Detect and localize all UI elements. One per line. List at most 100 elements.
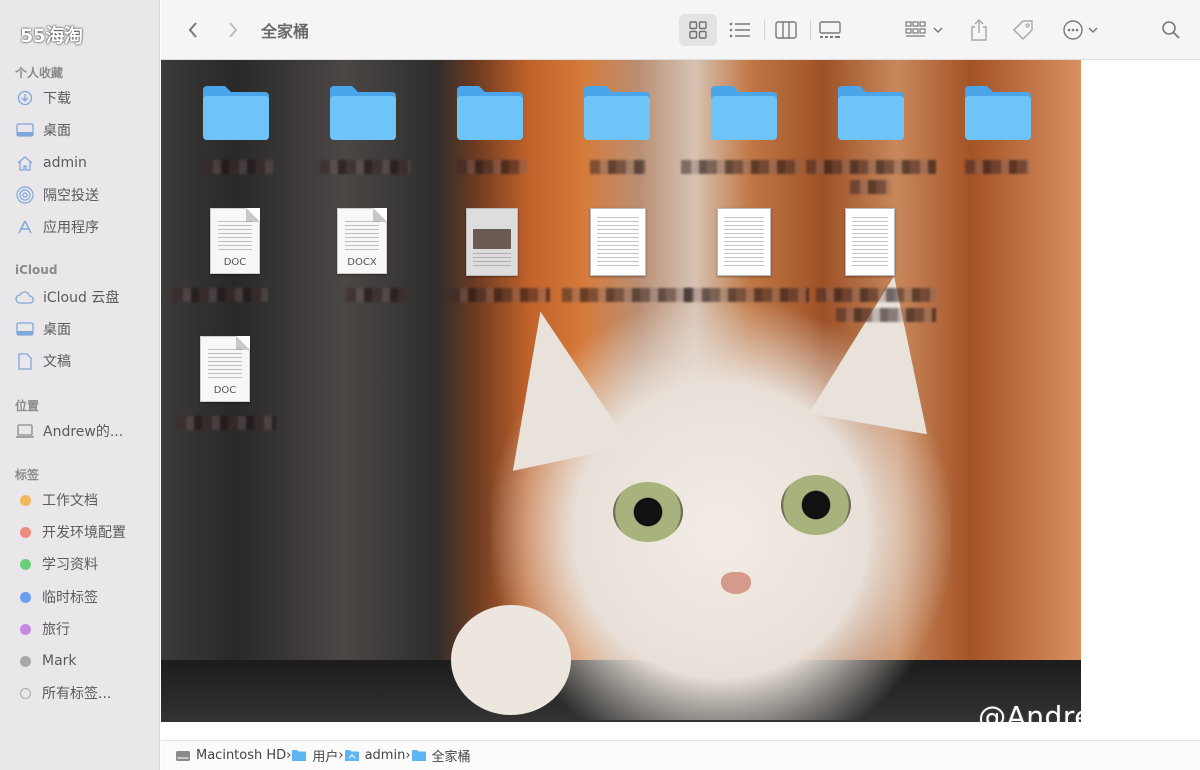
file-extension-label: DOCX — [347, 257, 377, 268]
search-button[interactable] — [1157, 14, 1185, 46]
sidebar-tag-travel[interactable]: 旅行 — [14, 616, 154, 642]
sidebar-item-downloads[interactable]: 下载 — [14, 85, 154, 111]
tag-label: 旅行 — [42, 622, 70, 638]
sidebar-item-airdrop[interactable]: 隔空投送 — [14, 182, 154, 208]
column-view-button[interactable] — [769, 14, 803, 46]
sidebar-tag-temp[interactable]: 临时标签 — [14, 584, 154, 610]
group-icon — [905, 21, 926, 37]
path-crumb-label: admin — [364, 748, 406, 763]
desktop-icon — [14, 320, 36, 338]
airdrop-icon — [14, 186, 36, 204]
toolbar-separator — [764, 20, 765, 40]
path-crumb-label: Macintosh HD — [196, 748, 287, 763]
share-button[interactable] — [967, 14, 991, 46]
path-crumb-label: 用户 — [312, 750, 339, 765]
file-extension-label: DOC — [213, 385, 237, 396]
file-name-redacted — [965, 160, 1030, 174]
file-name-redacted — [346, 288, 406, 302]
file-name-redacted — [562, 288, 692, 302]
more-actions-button[interactable] — [1057, 14, 1103, 46]
forward-button[interactable] — [221, 14, 245, 46]
tag-icon — [1013, 20, 1033, 40]
sidebar-tag-dev-env[interactable]: 开发环境配置 — [14, 519, 154, 545]
search-icon — [1162, 21, 1180, 39]
sidebar-item-label: 应用程序 — [43, 220, 99, 236]
sidebar-item-label: 隔空投送 — [43, 188, 99, 204]
tag-label: 工作文档 — [42, 493, 98, 509]
document-thumbnail — [717, 208, 771, 276]
path-bar: Macintosh HD › 用户 › admin › 全家桶 — [161, 740, 1200, 770]
file-name-redacted — [850, 180, 890, 194]
file-name-redacted — [684, 288, 809, 302]
path-crumb-current-folder[interactable]: 全家桶 — [411, 746, 471, 765]
tag-color-dot — [20, 494, 31, 506]
sidebar-item-label: 下载 — [43, 91, 71, 107]
grid-icon — [689, 21, 707, 39]
toolbar: 全家桶 — [161, 0, 1200, 60]
folder-icon — [457, 86, 523, 140]
section-header-tags: 标签 — [15, 468, 40, 482]
sidebar-item-label: iCloud 云盘 — [43, 290, 120, 306]
sidebar-item-icloud-drive[interactable]: iCloud 云盘 — [14, 284, 154, 310]
desktop-icon — [14, 121, 36, 139]
tag-color-dot — [20, 558, 31, 570]
document-icon — [14, 352, 36, 370]
hard-drive-icon — [176, 750, 190, 761]
sidebar-item-icloud-desktop[interactable]: 桌面 — [14, 316, 154, 342]
laptop-icon — [14, 422, 36, 440]
gallery-icon — [819, 21, 841, 38]
sidebar-item-documents[interactable]: 文稿 — [14, 348, 154, 374]
sidebar-item-desktop[interactable]: 桌面 — [14, 117, 154, 143]
sidebar-item-admin[interactable]: admin — [14, 150, 154, 176]
sidebar-item-label: 桌面 — [43, 322, 71, 338]
file-name-redacted — [203, 160, 273, 174]
sidebar-tag-study[interactable]: 学习资料 — [14, 551, 154, 577]
file-name-redacted — [457, 160, 527, 174]
tag-label: 所有标签... — [42, 686, 112, 702]
section-header-icloud: iCloud — [15, 263, 58, 277]
sidebar-tag-work-docs[interactable]: 工作文档 — [14, 487, 154, 513]
file-name-redacted — [176, 416, 276, 430]
image-document-thumbnail — [466, 208, 518, 276]
folder-icon — [965, 86, 1031, 140]
file-name-redacted — [590, 160, 645, 174]
ellipsis-circle-icon — [1063, 20, 1083, 40]
home-icon — [14, 154, 36, 172]
sidebar-tag-mark[interactable]: Mark — [14, 648, 154, 674]
gallery-view-button[interactable] — [813, 14, 847, 46]
tag-color-dot — [20, 526, 31, 538]
back-button[interactable] — [181, 14, 205, 46]
tag-label: 开发环境配置 — [42, 525, 126, 541]
applications-icon — [14, 218, 36, 236]
file-extension-label: DOC — [223, 257, 247, 268]
sidebar-item-applications[interactable]: 应用程序 — [14, 214, 154, 240]
path-crumb-macintosh-hd[interactable]: Macintosh HD — [175, 748, 286, 763]
window-title: 全家桶 — [261, 22, 310, 41]
folder-icon — [203, 86, 269, 140]
doc-file-icon: DOC — [200, 336, 250, 402]
list-icon — [729, 22, 750, 38]
section-header-favorites: 个人收藏 — [15, 66, 64, 80]
section-header-locations: 位置 — [15, 399, 40, 413]
path-crumb-admin[interactable]: admin — [344, 748, 406, 763]
list-view-button[interactable] — [723, 14, 757, 46]
sidebar-item-andrew-mac[interactable]: Andrew的... — [14, 418, 154, 444]
group-by-button[interactable] — [901, 14, 947, 46]
path-crumb-users[interactable]: 用户 — [291, 746, 338, 765]
folder-icon — [838, 86, 904, 140]
folder-icon — [711, 86, 777, 140]
sidebar-item-label: Andrew的... — [43, 424, 124, 440]
file-name-redacted — [836, 308, 936, 322]
home-folder-icon — [344, 750, 359, 761]
sidebar-item-label: 文稿 — [43, 354, 71, 370]
doc-file-icon: DOC — [210, 208, 260, 274]
chevron-right-icon — [229, 22, 238, 38]
icon-view-button[interactable] — [679, 14, 717, 46]
sidebar-all-tags[interactable]: 所有标签... — [14, 680, 154, 706]
folder-icon — [584, 86, 650, 140]
tag-button[interactable] — [1009, 14, 1037, 46]
columns-icon — [775, 21, 797, 39]
tag-label: Mark — [42, 653, 77, 669]
file-name-redacted — [173, 288, 268, 302]
sidebar: 55海淘 个人收藏 下载 桌面 admin 隔空投送 应用程序 iCloud i… — [0, 0, 160, 770]
